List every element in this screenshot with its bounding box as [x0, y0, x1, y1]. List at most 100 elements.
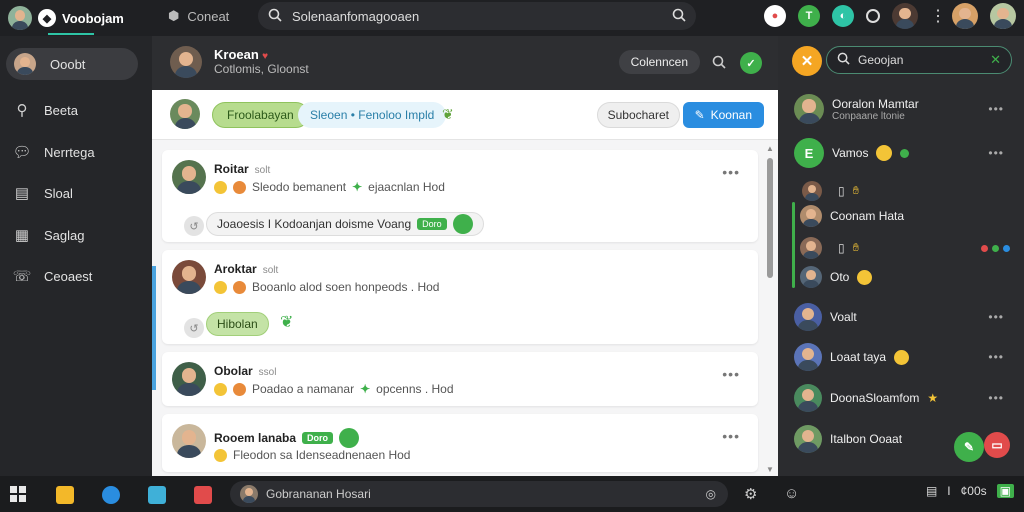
- contact-avatar-a[interactable]: [952, 3, 978, 29]
- chat-contact-avatar[interactable]: [170, 46, 202, 78]
- contact-more-icon[interactable]: •••: [988, 102, 1004, 116]
- taskbar: Gobrananan Hosari ◎ ⚙ ☺ ▤ I ¢00s ▣: [0, 476, 1024, 512]
- sidebar-item-sloal[interactable]: ▤ Sloal: [6, 177, 138, 209]
- toolbar-avatar[interactable]: [170, 99, 200, 129]
- scroll-down-icon[interactable]: ▼: [766, 465, 774, 474]
- close-icon[interactable]: ✕: [792, 46, 822, 76]
- filter-chip-secondary[interactable]: Sleoen • Fenoloo Impld: [298, 102, 447, 128]
- message-card[interactable]: Rooem lanaba Doro Fleodon sa Idenseadnen…: [162, 414, 758, 472]
- start-icon[interactable]: [10, 486, 26, 502]
- contact-item[interactable]: ▯ ✋︎: [800, 233, 1022, 263]
- chat-header-action-button[interactable]: Colenncen: [618, 50, 700, 74]
- message-avatar[interactable]: [172, 424, 206, 458]
- contact-avatar-b[interactable]: [990, 3, 1016, 29]
- scroll-up-icon[interactable]: ▲: [766, 144, 774, 153]
- add-contact-button[interactable]: ✎: [954, 432, 984, 462]
- primary-action-button[interactable]: ✎ Koonan: [682, 102, 764, 128]
- message-card[interactable]: Roitar solt Sleodo bemanent ✦ ejaacnlan H…: [162, 150, 758, 242]
- clear-search-icon[interactable]: ✕: [990, 52, 1001, 68]
- top-bar: ◆ Voobojam ⬢ Coneat Solenaanfomagooaen ●…: [0, 0, 1024, 36]
- notification-center-icon[interactable]: ▣: [996, 484, 1014, 498]
- global-search[interactable]: Solenaanfomagooaen: [258, 2, 696, 30]
- message-text: Fleodon sa Idenseadnenaen Hod: [233, 448, 411, 462]
- contact-more-icon[interactable]: •••: [988, 310, 1004, 324]
- chat-search-icon[interactable]: [712, 55, 726, 72]
- divider-icon: I: [947, 484, 951, 498]
- sidebar-item-ooobt[interactable]: Ooobt: [6, 48, 138, 80]
- reply-bubble[interactable]: Joaoesis I Kodoanjan doisme Voang Doro: [206, 212, 484, 236]
- contact-name: Vamos: [832, 146, 869, 160]
- chat-bubble-icon: 💬︎: [12, 144, 32, 161]
- call-icon[interactable]: ✓: [740, 52, 762, 74]
- contact-item[interactable]: Ooralon Mamtar Conpaane ltonie •••: [794, 92, 1016, 126]
- chat-icon[interactable]: ◐: [832, 5, 854, 27]
- clock[interactable]: ¢00s: [961, 484, 987, 498]
- notifications-icon[interactable]: ●: [764, 5, 786, 27]
- emoji-icon: [233, 280, 246, 294]
- contact-item[interactable]: Coonam Hata: [800, 201, 1022, 231]
- taskbar-search[interactable]: Gobrananan Hosari ◎: [230, 481, 728, 507]
- contact-search-input[interactable]: Geoojan: [858, 53, 982, 67]
- contact-item[interactable]: Oto: [800, 262, 1022, 292]
- app-logo[interactable]: ◆ Voobojam: [8, 6, 124, 30]
- message-author: Roitar: [214, 162, 249, 176]
- contact-name: Italbon Ooaat: [830, 432, 903, 446]
- message-more-icon[interactable]: •••: [722, 366, 740, 382]
- contacts-icon: ⬢: [168, 8, 180, 23]
- message-avatar[interactable]: [172, 160, 206, 194]
- message-more-icon[interactable]: •••: [722, 428, 740, 444]
- contact-item[interactable]: E Vamos •••: [794, 138, 1016, 168]
- contact-item[interactable]: Voalt •••: [794, 302, 1016, 332]
- presence-icon[interactable]: [866, 9, 880, 23]
- doc-icon: ▯: [838, 184, 845, 198]
- reply-bubble[interactable]: Hibolan: [206, 312, 269, 336]
- user-avatar[interactable]: [8, 6, 32, 30]
- system-tray: ▤ I ¢00s ▣: [926, 484, 1014, 498]
- sidebar-item-label: Nerrtega: [44, 144, 95, 160]
- scroll-thumb[interactable]: [767, 158, 773, 278]
- secondary-action-button[interactable]: Subocharet: [596, 102, 680, 128]
- phone-icon: ☏: [12, 268, 32, 285]
- contact-search[interactable]: Geoojan ✕: [826, 46, 1012, 74]
- reply-icon[interactable]: ↺: [184, 216, 204, 236]
- contact-item[interactable]: DoonaSloamfom ★ •••: [794, 383, 1016, 413]
- message-avatar[interactable]: [172, 260, 206, 294]
- file-explorer-icon[interactable]: [56, 486, 74, 504]
- message-avatar[interactable]: [172, 362, 206, 396]
- emoji-icon: [214, 382, 227, 396]
- search-icon: [837, 52, 850, 68]
- browser-icon[interactable]: [102, 486, 120, 504]
- contact-more-icon[interactable]: •••: [988, 146, 1004, 160]
- contacts-link[interactable]: ⬢ Coneat: [168, 8, 229, 24]
- sidebar-item-saglag[interactable]: ▦ Saglag: [6, 219, 138, 251]
- notes-icon[interactable]: ▤: [926, 484, 937, 498]
- chat-scrollbar[interactable]: ▲ ▼: [766, 144, 774, 474]
- search-input[interactable]: Solenaanfomagooaen: [292, 9, 419, 24]
- contact-more-icon[interactable]: •••: [988, 391, 1004, 405]
- account-avatar[interactable]: [892, 3, 918, 29]
- message-more-icon[interactable]: •••: [722, 164, 740, 180]
- message-card[interactable]: Obolar ssol Poadao a namanar ✦ opcenns . …: [162, 352, 758, 406]
- app-pinned-icon[interactable]: [194, 486, 212, 504]
- settings-icon[interactable]: ⚙: [744, 485, 757, 503]
- sidebar-item-nerrtega[interactable]: 💬︎ Nerrtega: [6, 136, 138, 168]
- filter-chip-primary[interactable]: Froolabayan: [212, 102, 309, 128]
- message-card[interactable]: Aroktar solt Booanlo alod soen honpeods .…: [162, 250, 758, 344]
- contact-more-icon[interactable]: •••: [988, 350, 1004, 364]
- reply-icon[interactable]: ↺: [184, 318, 204, 338]
- message-author: Aroktar: [214, 262, 257, 276]
- search-submit-icon[interactable]: [672, 8, 686, 25]
- taskbar-search-icon[interactable]: ◎: [706, 487, 716, 501]
- doc-icon: ▯: [838, 241, 845, 255]
- sidebar-item-ceoaest[interactable]: ☏ Ceoaest: [6, 260, 138, 292]
- store-icon[interactable]: [148, 486, 166, 504]
- contact-item[interactable]: Loaat taya •••: [794, 342, 1016, 372]
- sidebar-item-beeta[interactable]: ⚲ Beeta: [6, 94, 138, 126]
- status-icon[interactable]: T: [798, 5, 820, 27]
- more-vertical-icon[interactable]: ⋮: [930, 6, 946, 26]
- taskbar-search-input[interactable]: Gobrananan Hosari: [266, 487, 371, 501]
- new-chat-button[interactable]: ▭: [984, 432, 1010, 458]
- emoji-icon: [214, 180, 227, 194]
- contact-subtitle: Conpaane ltonie: [832, 110, 905, 122]
- help-icon[interactable]: ☺: [784, 485, 799, 502]
